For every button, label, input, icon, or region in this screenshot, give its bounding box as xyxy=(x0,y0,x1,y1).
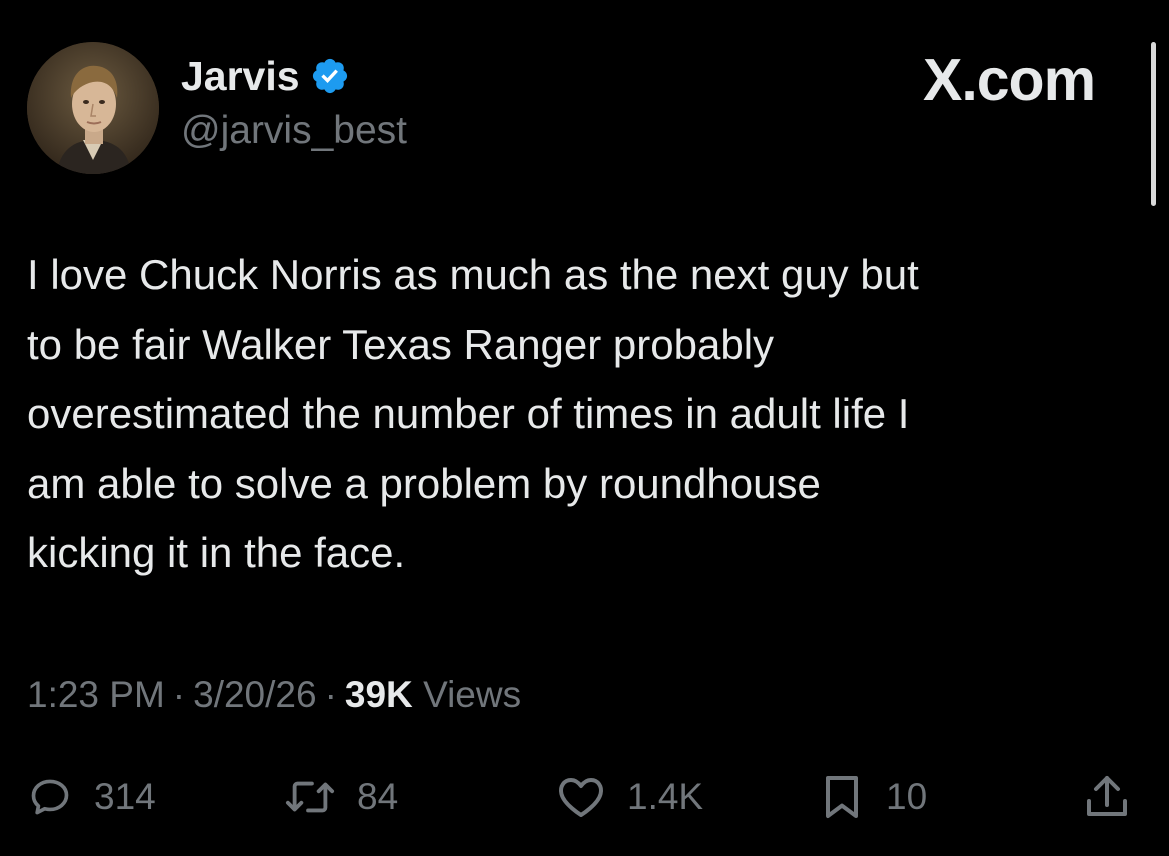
tweet-meta: 1:23 PM · 3/20/26 · 39K Views xyxy=(27,668,521,722)
tweet-line: am able to solve a problem by roundhouse xyxy=(27,459,821,507)
scrollbar[interactable] xyxy=(1151,42,1156,206)
retweet-button[interactable]: 84 xyxy=(285,762,398,832)
like-button[interactable]: 1.4K xyxy=(557,762,703,832)
tweet-line: overestimated the number of times in adu… xyxy=(27,390,910,437)
views-count: 39K xyxy=(344,674,413,715)
portrait-avatar-image xyxy=(27,42,159,174)
author-handle[interactable]: @jarvis_best xyxy=(181,106,407,156)
verified-badge-icon xyxy=(310,56,350,96)
share-icon xyxy=(1084,773,1130,821)
brand-logo: X.com xyxy=(923,47,1096,113)
avatar[interactable] xyxy=(27,42,159,174)
tweet-line: kicking it in the face. xyxy=(27,529,406,576)
retweet-icon xyxy=(285,775,335,819)
tweet-time[interactable]: 1:23 PM xyxy=(27,674,165,715)
reply-count: 314 xyxy=(94,776,156,817)
heart-icon xyxy=(557,775,605,819)
bookmark-icon xyxy=(820,773,864,821)
like-count: 1.4K xyxy=(627,776,704,817)
share-button[interactable] xyxy=(1084,762,1130,832)
reply-icon xyxy=(28,775,72,819)
bookmark-button[interactable]: 10 xyxy=(820,762,927,832)
action-bar: 314 84 1.4K 10 xyxy=(0,762,1169,832)
retweet-count: 84 xyxy=(357,776,399,817)
tweet-text: I love Chuck Norris as much as the next … xyxy=(27,240,1127,588)
display-name[interactable]: Jarvis xyxy=(181,50,300,102)
tweet-line: to be fair Walker Texas Ranger probably xyxy=(27,320,775,368)
meta-separator: · xyxy=(324,674,337,715)
bookmark-count: 10 xyxy=(886,776,928,817)
author-name-row[interactable]: Jarvis xyxy=(181,50,350,102)
tweet-date[interactable]: 3/20/26 xyxy=(193,674,316,715)
reply-button[interactable]: 314 xyxy=(28,762,156,832)
views-label: Views xyxy=(423,674,522,715)
meta-separator: · xyxy=(172,674,186,715)
tweet-line: I love Chuck Norris as much as the next … xyxy=(27,251,919,298)
